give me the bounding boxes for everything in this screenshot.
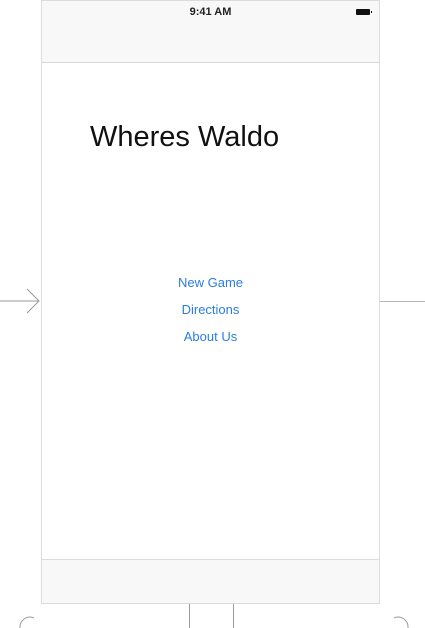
bottom-toolbar [42, 559, 379, 603]
page-title: Wheres Waldo [90, 121, 280, 153]
battery-full-icon [356, 9, 372, 15]
main-menu: New Game Directions About Us [42, 269, 379, 350]
entry-point-arrow-icon [0, 288, 40, 314]
about-us-button[interactable]: About Us [184, 323, 237, 350]
segue-connector-left[interactable] [189, 604, 190, 628]
navigation-bar [42, 21, 379, 63]
segue-connector-right[interactable] [233, 604, 234, 628]
directions-button[interactable]: Directions [182, 296, 240, 323]
status-bar: 9:41 AM [42, 1, 379, 21]
new-game-button[interactable]: New Game [178, 269, 243, 296]
segue-curve-right-icon [393, 616, 409, 628]
status-time: 9:41 AM [189, 6, 232, 18]
view-controller-scene[interactable]: 9:41 AM Wheres Waldo New Game Directions… [41, 0, 380, 604]
segue-connector-line[interactable] [380, 301, 425, 302]
storyboard-canvas: 9:41 AM Wheres Waldo New Game Directions… [0, 0, 425, 628]
segue-curve-left-icon [19, 616, 35, 628]
